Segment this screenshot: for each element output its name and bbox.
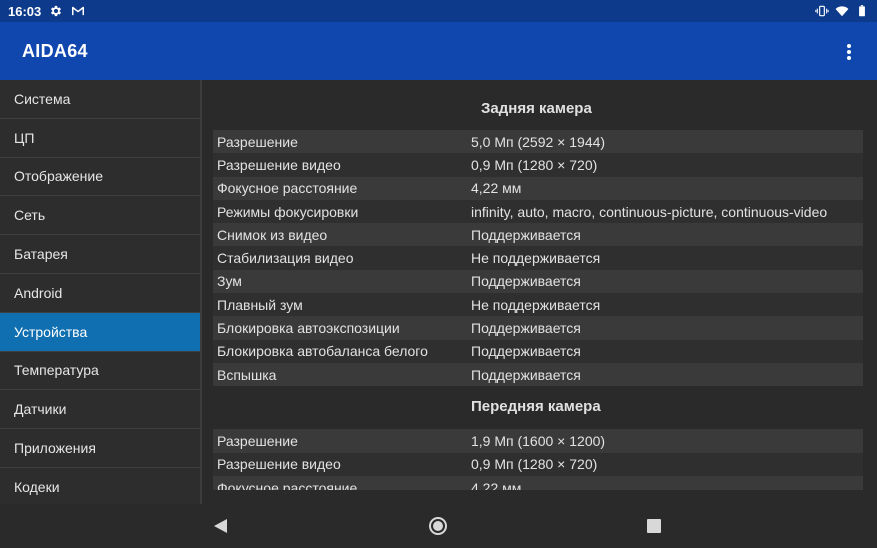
table-row: Зум Поддерживается — [213, 269, 863, 294]
sidebar-item-label: Отображение — [14, 168, 104, 185]
row-key: Разрешение видео — [217, 156, 341, 173]
gmail-icon — [72, 6, 85, 16]
row-key: Режимы фокусировки — [217, 203, 359, 220]
row-value: infinity, auto, macro, continuous-pictur… — [471, 203, 828, 220]
wifi-icon — [835, 6, 849, 17]
row-key: Снимок из видео — [217, 226, 328, 243]
table-row: Разрешение 1,9 Мп (1600 × 1200) — [213, 429, 863, 453]
table-row: Фокусное расстояние 4,22 мм — [213, 475, 863, 491]
table-row: Разрешение видео 0,9 Мп (1280 × 720) — [213, 153, 863, 177]
row-value: Поддерживается — [471, 366, 581, 383]
table-row: Режимы фокусировки infinity, auto, macro,… — [213, 199, 863, 224]
row-value: Поддерживается — [471, 320, 581, 337]
sidebar-item-label: Температура — [14, 362, 99, 379]
sidebar-item-codecs[interactable]: Кодеки — [0, 468, 200, 504]
row-value: 4,22 мм — [471, 479, 522, 491]
app-bar: AIDA64 — [0, 22, 877, 80]
sidebar-item-label: Батарея — [14, 246, 68, 263]
row-value: Поддерживается — [471, 273, 581, 290]
sidebar-item-label: Android — [14, 284, 63, 301]
row-value: 0,9 Мп (1280 × 720) — [471, 156, 598, 173]
sidebar-item-cpu[interactable]: ЦП — [0, 119, 200, 158]
sidebar-item-display[interactable]: Отображение — [0, 158, 200, 197]
row-value: 5,0 Мп (2592 × 1944) — [471, 133, 606, 150]
row-key: Блокировка автобаланса белого — [217, 343, 428, 360]
overflow-dot-icon — [847, 44, 851, 48]
sidebar-nav: Система ЦП Отображение Сеть Батарея Andr… — [0, 80, 202, 504]
sidebar-item-label: Кодеки — [14, 478, 60, 495]
sidebar-item-label: Сеть — [14, 207, 46, 224]
table-row: Плавный зум Не поддерживается — [213, 293, 863, 317]
rear-camera-table: Разрешение 5,0 Мп (2592 × 1944) Разрешени… — [213, 130, 863, 387]
table-row: Фокусное расстояние 4,22 мм — [213, 176, 863, 200]
sidebar-item-devices[interactable]: Устройства — [0, 312, 200, 352]
system-nav-bar — [0, 504, 877, 548]
table-row: Разрешение 5,0 Мп (2592 × 1944) — [213, 130, 863, 154]
row-key: Разрешение видео — [217, 456, 341, 473]
sidebar-item-label: Датчики — [14, 401, 67, 418]
row-key: Вспышка — [217, 366, 277, 383]
row-key: Стабилизация видео — [217, 250, 354, 267]
row-value: 4,22 мм — [471, 180, 522, 197]
row-key: Фокусное расстояние — [217, 479, 358, 491]
row-key: Разрешение — [217, 432, 298, 449]
settings-gear-icon — [51, 5, 62, 17]
row-key: Разрешение — [217, 133, 298, 150]
sidebar-item-label: Система — [14, 90, 71, 107]
status-left: 16:03 — [8, 4, 85, 19]
sidebar-item-system[interactable]: Система — [0, 80, 200, 119]
row-key: Зум — [217, 273, 242, 290]
home-circle-icon[interactable] — [429, 517, 447, 535]
row-value: Не поддерживается — [471, 250, 601, 267]
row-value: Поддерживается — [471, 226, 581, 243]
recents-square-icon[interactable] — [647, 519, 661, 533]
sidebar-item-android[interactable]: Android — [0, 274, 200, 313]
sidebar-item-apps[interactable]: Приложения — [0, 429, 200, 468]
back-triangle-icon[interactable] — [214, 519, 227, 533]
front-camera-table: Разрешение 1,9 Мп (1600 × 1200) Разрешени… — [213, 429, 863, 490]
sidebar-item-sensors[interactable]: Датчики — [0, 390, 200, 430]
sidebar-item-label: ЦП — [14, 129, 35, 146]
overflow-dot-icon — [847, 50, 851, 54]
app-title: AIDA64 — [22, 40, 88, 61]
section-title-front-camera: Передняя камера — [471, 398, 601, 416]
overflow-dot-icon — [847, 56, 851, 60]
section-title-rear-camera: Задняя камера — [481, 100, 592, 117]
row-value: 0,9 Мп (1280 × 720) — [471, 456, 598, 473]
vibrate-icon — [815, 5, 829, 17]
sidebar-item-label: Устройства — [14, 323, 88, 340]
table-row: Блокировка автоэкспозиции Поддерживается — [213, 316, 863, 340]
row-key: Фокусное расстояние — [217, 180, 358, 197]
sidebar-item-label: Приложения — [14, 440, 96, 457]
sidebar-item-temperature[interactable]: Температура — [0, 352, 200, 391]
row-value: 1,9 Мп (1600 × 1200) — [471, 432, 606, 449]
overflow-menu-button[interactable] — [839, 41, 859, 63]
table-row: Снимок из видео Поддерживается — [213, 223, 863, 247]
status-right — [815, 4, 869, 18]
sidebar-item-battery[interactable]: Батарея — [0, 235, 200, 274]
table-row: Стабилизация видео Не поддерживается — [213, 246, 863, 270]
row-value: Не поддерживается — [471, 296, 601, 313]
battery-icon — [859, 5, 865, 17]
table-row: Разрешение видео 0,9 Мп (1280 × 720) — [213, 452, 863, 476]
content-panel[interactable]: Задняя камера Разрешение 5,0 Мп (2592 × 1… — [204, 80, 877, 490]
row-value: Поддерживается — [471, 343, 581, 360]
table-row: Блокировка автобаланса белого Поддерживае… — [213, 339, 863, 363]
status-bar: 16:03 — [0, 0, 877, 22]
row-key: Блокировка автоэкспозиции — [217, 320, 400, 337]
table-row: Вспышка Поддерживается — [213, 362, 863, 387]
sidebar-item-network[interactable]: Сеть — [0, 196, 200, 236]
row-key: Плавный зум — [217, 296, 303, 313]
status-time: 16:03 — [8, 3, 42, 19]
